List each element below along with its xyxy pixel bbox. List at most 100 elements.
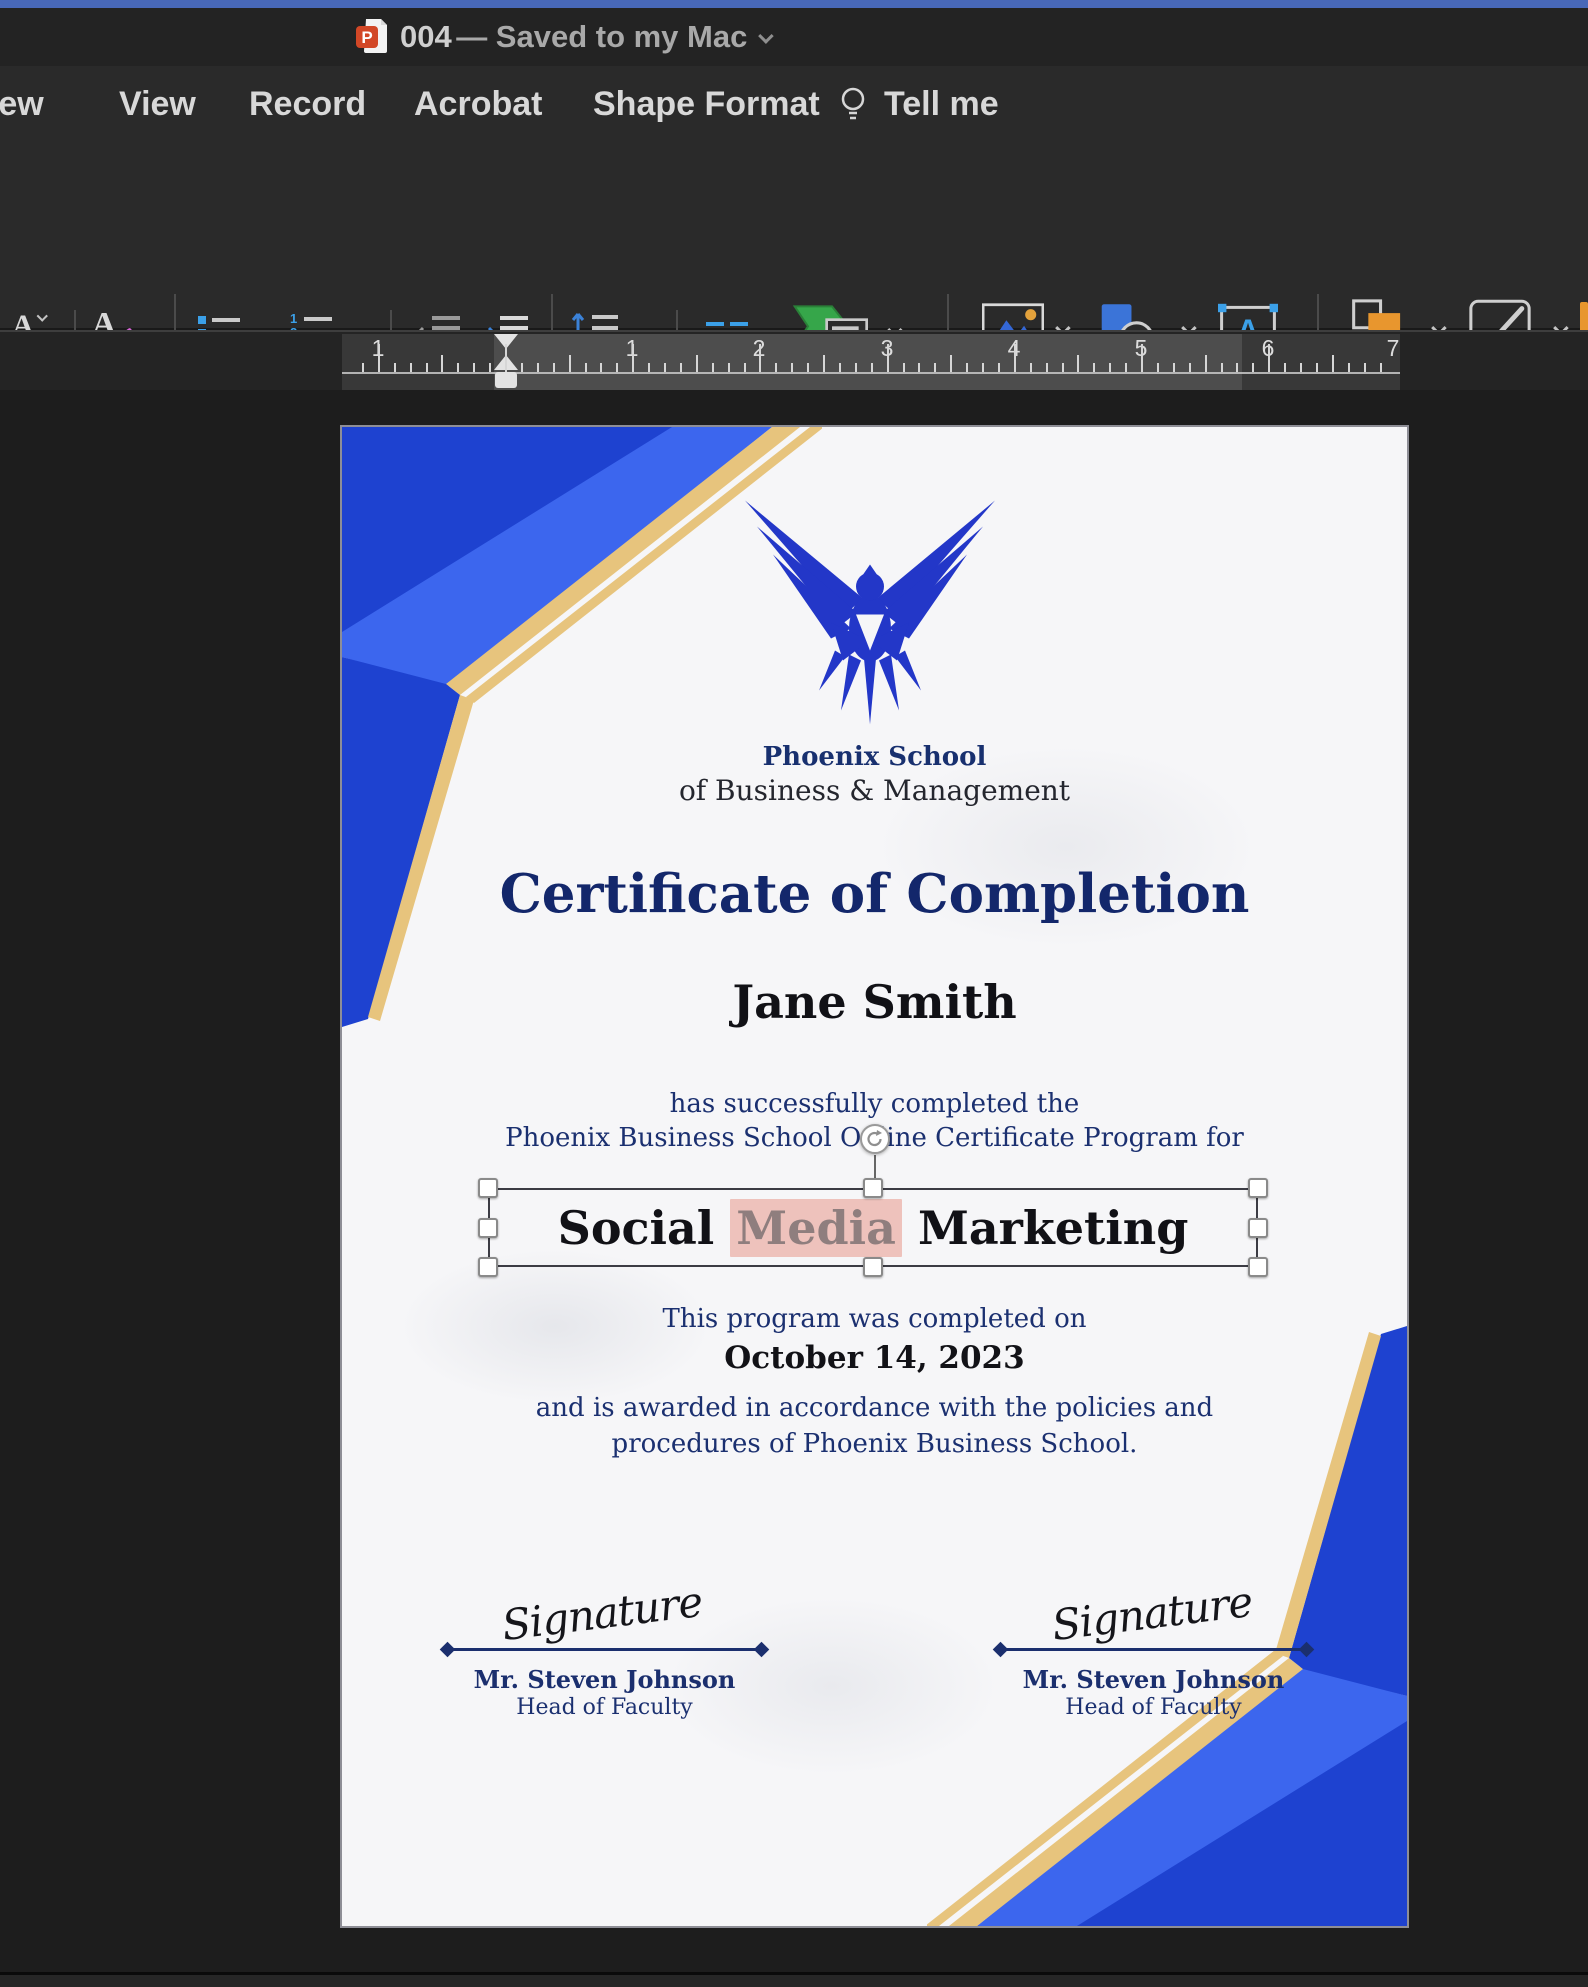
ruler-tick: [1061, 363, 1064, 372]
rotate-icon: [867, 1130, 882, 1147]
ruler-tick: [1156, 363, 1159, 372]
ruler-tick: [934, 363, 937, 372]
ruler-tick: [1141, 344, 1143, 372]
ruler-tick: [791, 363, 794, 372]
diamond-icon: [753, 1641, 770, 1658]
resize-handle-bottom-right[interactable]: [1248, 1257, 1268, 1277]
resize-handle-top-center[interactable]: [863, 1178, 883, 1198]
ruler-tick: [727, 363, 730, 372]
ruler-tick: [1013, 344, 1016, 372]
ruler-tick: [759, 344, 762, 372]
resize-handle-bottom-left[interactable]: [478, 1257, 498, 1277]
ruler-tick: [632, 344, 635, 372]
ruler-tick: [536, 363, 539, 372]
ruler-tick: [393, 363, 396, 372]
ruler-tick: [711, 363, 714, 372]
window-accent-strip: [0, 0, 1588, 8]
ruler-tick: [648, 363, 651, 372]
left-indent-marker[interactable]: [495, 372, 517, 388]
tab-record[interactable]: Record: [249, 66, 366, 142]
program-text-after: Marketing: [917, 1200, 1189, 1255]
ruler-tick: [1045, 363, 1048, 372]
ruler-tick: [854, 363, 857, 372]
completion-line-1: has successfully completed the: [669, 1089, 1080, 1119]
ribbon-tab-bar: view View Record Acrobat Shape Format Te…: [0, 66, 1588, 142]
title-chevron-icon[interactable]: [758, 27, 775, 44]
status-bar: [0, 1975, 1588, 1987]
completion-date: October 14, 2023: [724, 1340, 1025, 1376]
ruler-tick: [982, 363, 984, 372]
lightbulb-icon[interactable]: [838, 86, 868, 126]
ruler-tick: [838, 363, 841, 372]
ruler-tick: [1236, 363, 1239, 372]
svg-text:P: P: [361, 28, 372, 47]
ruler-tick: [1252, 363, 1255, 372]
ruler-tick: [1220, 363, 1223, 372]
ruler-tick: [1125, 363, 1128, 372]
ruler-tick: [489, 363, 492, 372]
signature-line-right: [998, 1648, 1308, 1651]
ruler-tick: [664, 363, 666, 372]
tab-review-partial[interactable]: view: [0, 66, 44, 142]
titlebar: P 004 — Saved to my Mac: [0, 8, 1588, 66]
tab-view[interactable]: View: [119, 66, 196, 142]
program-text-selected: Media: [730, 1198, 902, 1257]
ruler-strip[interactable]: 1 1 2 3 4 5 6 7: [342, 334, 1400, 390]
ruler-tick: [457, 363, 460, 372]
ruler-tick: [616, 363, 619, 372]
closing-line-2: procedures of Phoenix Business School.: [611, 1429, 1138, 1459]
ruler-tick: [1300, 363, 1302, 372]
ruler-tick: [1109, 363, 1112, 372]
ruler-tick: [520, 363, 523, 372]
rotate-handle[interactable]: [860, 1124, 890, 1154]
ruler-tick: [902, 363, 905, 372]
resize-handle-top-left[interactable]: [478, 1178, 498, 1198]
signature-line-left: [445, 1648, 763, 1651]
ruler-tick: [361, 363, 364, 372]
ruler-tick: [870, 363, 873, 372]
ruler-tick: [377, 344, 380, 372]
ruler-tick: [886, 344, 889, 372]
resize-handle-bottom-center[interactable]: [863, 1257, 883, 1277]
ruler-tick: [425, 363, 428, 372]
signer-name-right: Mr. Steven Johnson: [1022, 1665, 1285, 1694]
ruler-tick: [1204, 355, 1207, 372]
ruler-tick: [409, 363, 412, 372]
ruler-tick: [473, 363, 476, 372]
recipient-name: Jane Smith: [732, 975, 1017, 1029]
closing-line-1: and is awarded in accordance with the po…: [535, 1393, 1214, 1423]
save-status: — Saved to my Mac: [456, 19, 748, 54]
resize-handle-mid-right[interactable]: [1248, 1218, 1268, 1238]
ruler-tick: [1347, 363, 1350, 372]
school-subtitle: of Business & Management: [678, 774, 1071, 807]
ruler-tick: [1331, 355, 1334, 372]
svg-text:1: 1: [290, 311, 297, 326]
ribbon-toolbar: A A 1 2 3: [0, 142, 1588, 458]
ruler-tick: [1315, 363, 1318, 372]
slide-canvas[interactable]: Phoenix School of Business & Management …: [0, 390, 1588, 1972]
school-name: Phoenix School: [762, 742, 987, 772]
ruler-tick: [441, 355, 444, 372]
ruler-tick: [1172, 363, 1175, 372]
tab-shape-format[interactable]: Shape Format: [593, 66, 820, 142]
ruler-tick: [918, 363, 921, 372]
resize-handle-mid-left[interactable]: [478, 1218, 498, 1238]
phoenix-bird-logo: [745, 500, 995, 725]
tab-acrobat[interactable]: Acrobat: [414, 66, 542, 142]
ruler-tick: [997, 363, 1000, 372]
ruler-tick: [584, 363, 587, 372]
tab-tell-me[interactable]: Tell me: [884, 66, 999, 142]
ruler-textbox-extent: [494, 334, 1242, 390]
ruler-tick: [966, 363, 969, 372]
certificate-slide[interactable]: Phoenix School of Business & Management …: [342, 427, 1407, 1926]
ruler-tick: [1268, 344, 1271, 372]
powerpoint-doc-icon: P: [356, 19, 387, 53]
resize-handle-top-right[interactable]: [1248, 1178, 1268, 1198]
ruler-tick: [1093, 363, 1096, 372]
ruler-tick: [743, 363, 746, 372]
ruler-tick: [1029, 363, 1032, 372]
ruler-row: 1 1 2 3 4 5 6 7: [0, 330, 1588, 390]
ruler-tick: [695, 355, 698, 372]
program-text-box[interactable]: Social Media Marketing: [488, 1188, 1258, 1267]
ruler-tick: [1188, 363, 1191, 372]
